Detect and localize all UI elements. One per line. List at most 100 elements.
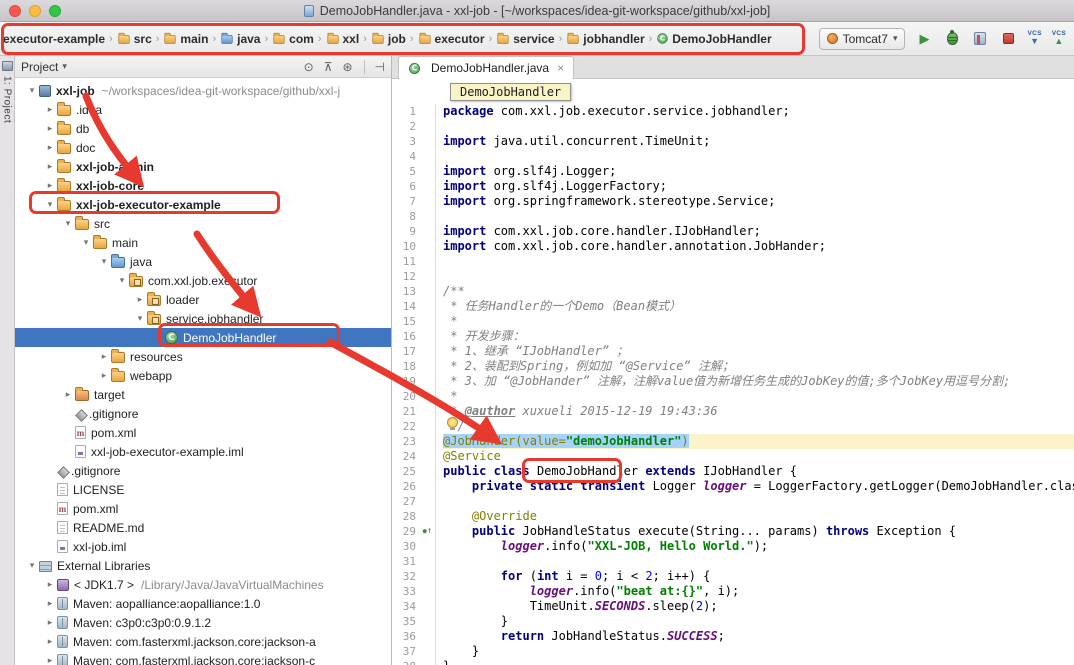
code-line[interactable]: 5import org.slf4j.Logger; [392,164,1074,179]
panel-title[interactable]: Project [21,60,58,74]
breadcrumb-item[interactable]: com [272,32,314,46]
code-line[interactable]: 26 private static transient Logger logge… [392,479,1074,494]
close-tab-icon[interactable]: × [557,61,564,75]
breadcrumb-item[interactable]: service [496,32,554,46]
stop-button[interactable] [999,30,1017,48]
code-line[interactable]: 23@JobHander(value="demoJobHandler") [392,434,1074,449]
tree-toggle-icon[interactable]: ▸ [43,104,57,115]
tree-toggle-icon[interactable]: ▾ [115,275,129,286]
code-line[interactable]: 32 for (int i = 0; i < 2; i++) { [392,569,1074,584]
tree-item[interactable]: ▾com.xxl.job.executor [15,271,391,290]
tree-toggle-icon[interactable]: ▸ [133,294,147,305]
code-line[interactable]: 37 } [392,644,1074,659]
tree-toggle-icon[interactable]: ▸ [43,579,57,590]
code-line[interactable]: 30 logger.info("XXL-JOB, Hello World."); [392,539,1074,554]
zoom-window-button[interactable] [49,5,61,17]
code-line[interactable]: 22 */ [392,419,1074,434]
code-editor[interactable]: 1package com.xxl.job.executor.service.jo… [392,104,1074,665]
tree-item[interactable]: .gitignore [15,461,391,480]
run-config-selector[interactable]: Tomcat7 ▾ [819,28,906,50]
chevron-down-icon[interactable]: ▾ [62,61,67,72]
tree-item[interactable]: pom.xml [15,423,391,442]
tree-item[interactable]: ▸Maven: c3p0:c3p0:0.9.1.2 [15,613,391,632]
settings-gear-icon[interactable]: ⊛ [342,60,352,74]
code-line[interactable]: 19 * 3、加 “@JobHander” 注解，注解value值为新增任务生成… [392,374,1074,389]
collapse-all-icon[interactable]: ⊼ [324,60,333,74]
tree-item[interactable]: ▸Maven: aopalliance:aopalliance:1.0 [15,594,391,613]
code-line[interactable]: 8 [392,209,1074,224]
tree-toggle-icon[interactable]: ▾ [43,199,57,210]
tree-toggle-icon[interactable]: ▸ [43,123,57,134]
tree-item[interactable]: ▾src [15,214,391,233]
code-line[interactable]: 10import com.xxl.job.core.handler.annota… [392,239,1074,254]
tree-item[interactable]: xxl-job-executor-example.iml [15,442,391,461]
code-line[interactable]: 14 * 任务Handler的一个Demo（Bean模式） [392,299,1074,314]
code-line[interactable]: 33 logger.info("beat at:{}", i); [392,584,1074,599]
code-line[interactable]: 25public class DemoJobHandler extends IJ… [392,464,1074,479]
code-line[interactable]: 27 [392,494,1074,509]
run-button[interactable]: ▶ [915,30,933,48]
code-line[interactable]: 36 return JobHandleStatus.SUCCESS; [392,629,1074,644]
code-line[interactable]: 35 } [392,614,1074,629]
tree-item[interactable]: ▾xxl-job-executor-example [15,195,391,214]
breadcrumb-item[interactable]: DemoJobHandler [656,32,771,46]
tree-item[interactable]: LICENSE [15,480,391,499]
tree-item[interactable]: ▸xxl-job-admin [15,157,391,176]
code-line[interactable]: 11 [392,254,1074,269]
tree-item[interactable]: ▸db [15,119,391,138]
code-line[interactable]: 13/** [392,284,1074,299]
vcs-commit-button[interactable]: VCS ▲ [1052,31,1066,47]
project-tool-window-icon[interactable] [2,61,13,71]
tree-item[interactable]: ▾xxl-job~/workspaces/idea-git-workspace/… [15,81,391,100]
code-line[interactable]: 2 [392,119,1074,134]
tree-toggle-icon[interactable]: ▸ [97,351,111,362]
tree-toggle-icon[interactable]: ▸ [97,370,111,381]
tool-window-label[interactable]: 1: Project [2,76,13,123]
tree-toggle-icon[interactable]: ▸ [43,161,57,172]
breadcrumb-item[interactable]: src [117,32,152,46]
tree-item[interactable]: .gitignore [15,404,391,423]
code-line[interactable]: 3import java.util.concurrent.TimeUnit; [392,134,1074,149]
minimize-window-button[interactable] [29,5,41,17]
tree-toggle-icon[interactable]: ▾ [79,237,93,248]
code-line[interactable]: 16 * 开发步骤： [392,329,1074,344]
tree-item[interactable]: ▸webapp [15,366,391,385]
code-line[interactable]: 21 * @author xuxueli 2015-12-19 19:43:36 [392,404,1074,419]
code-line[interactable]: 7import org.springframework.stereotype.S… [392,194,1074,209]
tree-toggle-icon[interactable]: ▸ [43,180,57,191]
vcs-update-button[interactable]: VCS ▼ [1027,31,1041,47]
tree-toggle-icon[interactable]: ▾ [133,313,147,324]
tree-item[interactable]: ▸target [15,385,391,404]
code-line[interactable]: 28 @Override [392,509,1074,524]
code-line[interactable]: 18 * 2、装配到Spring，例如加 “@Service” 注解； [392,359,1074,374]
code-line[interactable]: 17 * 1、继承 “IJobHandler” ； [392,344,1074,359]
breadcrumb-item[interactable]: job [371,32,406,46]
tree-toggle-icon[interactable]: ▸ [43,655,57,665]
code-line[interactable]: 29●↑ public JobHandleStatus execute(Stri… [392,524,1074,539]
debug-button[interactable] [943,30,961,48]
tree-item[interactable]: ▸Maven: com.fasterxml.jackson.core:jacks… [15,632,391,651]
code-line[interactable]: 15 * [392,314,1074,329]
tree-item[interactable]: ▸resources [15,347,391,366]
code-line[interactable]: 34 TimeUnit.SECONDS.sleep(2); [392,599,1074,614]
tree-toggle-icon[interactable]: ▾ [25,85,39,96]
code-line[interactable]: 38} [392,659,1074,665]
tree-item[interactable]: ▸< JDK1.7 >/Library/Java/JavaVirtualMach… [15,575,391,594]
tree-item[interactable]: pom.xml [15,499,391,518]
tree-item[interactable]: README.md [15,518,391,537]
breadcrumb-item[interactable]: java [220,32,260,46]
breadcrumb-item[interactable]: jobhandler [566,32,644,46]
tree-toggle-icon[interactable]: ▾ [61,218,75,229]
editor-tab[interactable]: DemoJobHandler.java × [398,56,574,79]
coverage-button[interactable] [971,30,989,48]
breadcrumb-item[interactable]: executor [418,32,485,46]
code-line[interactable]: 31 [392,554,1074,569]
code-line[interactable]: 12 [392,269,1074,284]
intention-bulb-icon[interactable] [447,417,458,428]
tree-toggle-icon[interactable]: ▸ [61,389,75,400]
tree-toggle-icon[interactable]: ▾ [25,560,39,571]
tree-toggle-icon[interactable]: ▸ [43,142,57,153]
code-line[interactable]: 6import org.slf4j.LoggerFactory; [392,179,1074,194]
tree-item[interactable]: ▸doc [15,138,391,157]
close-window-button[interactable] [9,5,21,17]
